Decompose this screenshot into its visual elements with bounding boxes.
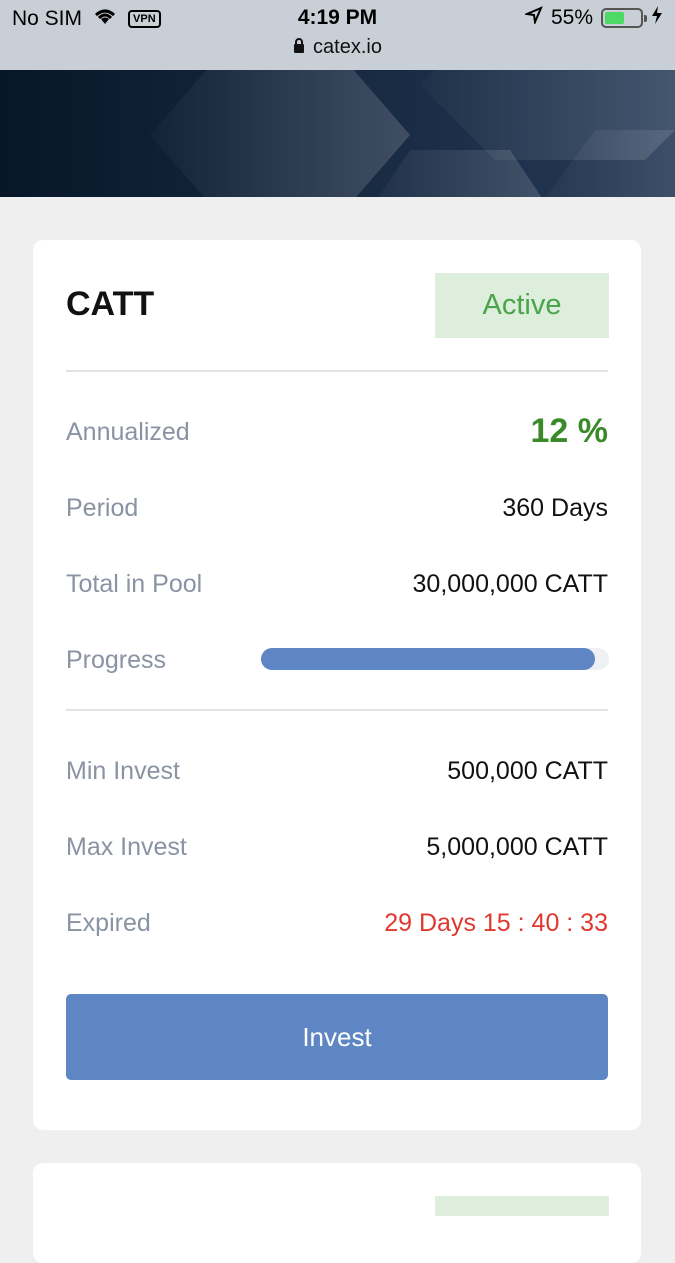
status-bar: No SIM VPN 4:19 PM 55% catex.io [0,0,675,70]
pool-card: CATT Active Annualized 12 % Period 360 D… [33,240,641,1130]
expired-countdown: 29 Days 15 : 40 : 33 [384,909,608,937]
hero-banner [0,70,675,197]
url-text: catex.io [313,36,382,58]
progress-fill [261,648,596,670]
location-icon [523,6,543,30]
max-invest-value: 5,000,000 CATT [426,833,608,861]
min-invest-value: 500,000 CATT [447,757,608,785]
lock-icon [293,36,305,59]
divider [66,709,608,711]
period-label: Period [66,494,139,522]
battery-icon [601,8,647,28]
expired-label: Expired [66,909,151,937]
total-label: Total in Pool [66,570,203,598]
period-value: 360 Days [502,494,608,522]
progress-bar [261,648,609,670]
divider [66,370,608,372]
invest-button[interactable]: Invest [66,994,608,1080]
banner-hexagon [150,70,410,197]
battery-percent: 55% [550,6,593,29]
status-badge: Active [435,273,609,338]
progress-label: Progress [66,646,167,674]
annualized-value: 12 % [530,412,609,450]
next-pool-card [33,1163,641,1263]
total-value: 30,000,000 CATT [412,570,608,598]
annualized-label: Annualized [66,418,190,446]
pool-title: CATT [66,285,155,323]
status-badge [435,1196,609,1216]
max-invest-label: Max Invest [66,833,187,861]
min-invest-label: Min Invest [66,757,180,785]
address-bar[interactable]: catex.io [0,36,675,59]
status-right: 55% [523,6,663,30]
charging-icon [651,6,663,30]
